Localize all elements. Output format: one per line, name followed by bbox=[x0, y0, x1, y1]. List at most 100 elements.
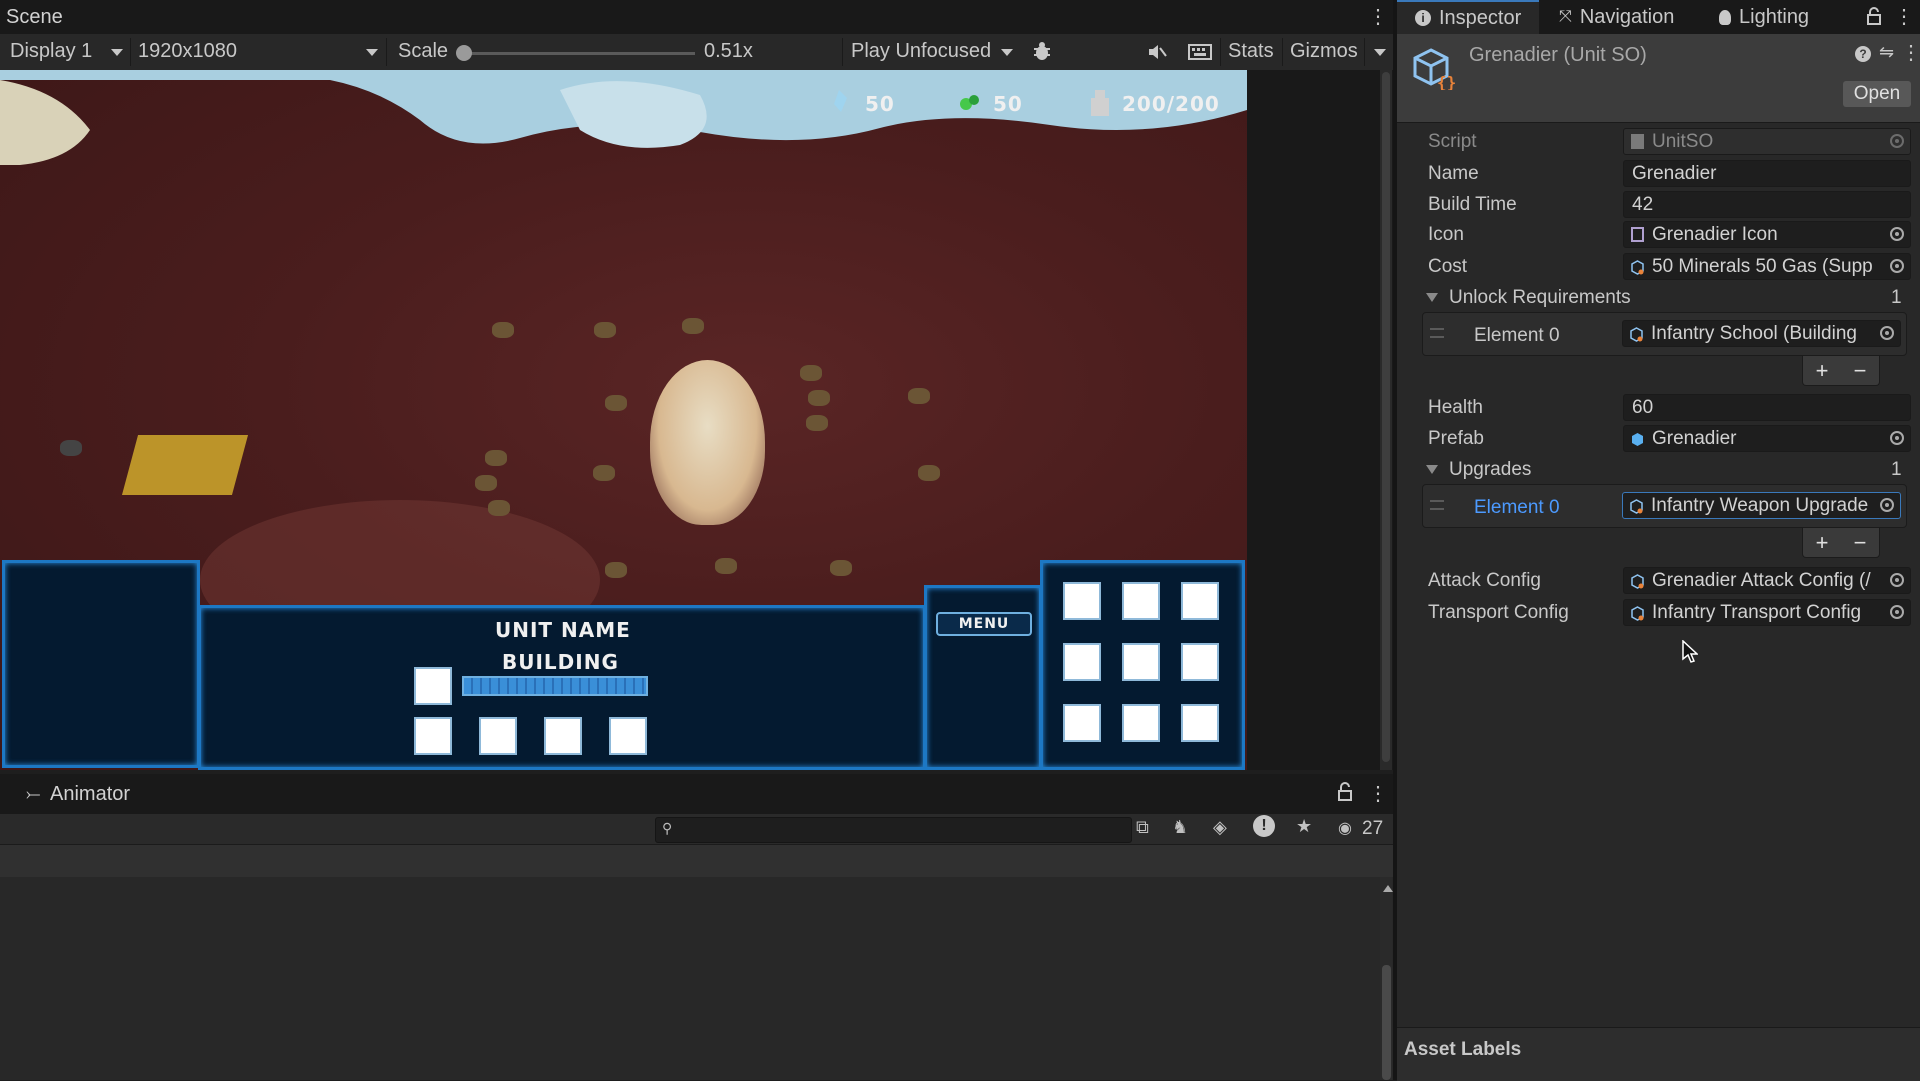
prefab-field[interactable]: Grenadier bbox=[1623, 425, 1911, 452]
grenadier-unit[interactable] bbox=[593, 465, 615, 481]
animator-graph-area[interactable] bbox=[0, 877, 1393, 1080]
queue-slot[interactable] bbox=[414, 667, 452, 705]
build-time-field[interactable]: 42 bbox=[1623, 191, 1911, 218]
drag-handle-icon[interactable] bbox=[1430, 328, 1444, 338]
gizmos-button[interactable]: Gizmos bbox=[1290, 40, 1358, 63]
add-element-button[interactable]: + bbox=[1816, 530, 1829, 556]
cost-field[interactable]: 50 Minerals 50 Gas (Supp bbox=[1623, 253, 1911, 280]
inspector-lock-icon[interactable] bbox=[1867, 7, 1881, 25]
health-field[interactable]: 60 bbox=[1623, 394, 1911, 421]
menu-button[interactable]: MENU bbox=[936, 612, 1032, 636]
tag-icon[interactable]: ◈ bbox=[1213, 817, 1227, 838]
upgrades-foldout-arrow-icon[interactable] bbox=[1426, 465, 1438, 474]
bug-icon[interactable] bbox=[1032, 40, 1052, 62]
unlock-foldout-arrow-icon[interactable] bbox=[1426, 293, 1438, 302]
preset-icon[interactable]: ⇋ bbox=[1879, 42, 1894, 63]
tab-navigation[interactable]: ⤧ Navigation bbox=[1559, 0, 1674, 34]
object-picker-icon[interactable] bbox=[1890, 431, 1904, 445]
grenadier-unit[interactable] bbox=[800, 365, 822, 381]
queue-slot[interactable] bbox=[414, 717, 452, 755]
object-picker-icon[interactable] bbox=[1890, 605, 1904, 619]
command-slot[interactable] bbox=[1181, 643, 1219, 681]
unlock-requirements-label[interactable]: Unlock Requirements bbox=[1449, 287, 1631, 309]
animator-tab-title[interactable]: Animator bbox=[50, 783, 130, 806]
play-mode-dropdown[interactable]: Play Unfocused bbox=[851, 40, 991, 63]
upgrade-element-0-field[interactable]: Infantry Weapon Upgrade bbox=[1622, 492, 1901, 519]
component-menu-icon[interactable]: ⋮ bbox=[1901, 40, 1920, 65]
open-button[interactable]: Open bbox=[1843, 81, 1911, 107]
grenadier-unit[interactable] bbox=[492, 322, 514, 338]
scene-scrollbar-thumb[interactable] bbox=[1382, 72, 1390, 762]
warning-icon[interactable]: ! bbox=[1253, 815, 1275, 837]
inspector-more-icon[interactable]: ⋮ bbox=[1894, 4, 1914, 29]
grenadier-unit[interactable] bbox=[475, 475, 497, 491]
object-picker-icon[interactable] bbox=[1890, 259, 1904, 273]
grenadier-unit[interactable] bbox=[594, 322, 616, 338]
grenadier-unit[interactable] bbox=[605, 395, 627, 411]
object-picker-icon[interactable] bbox=[1890, 573, 1904, 587]
object-picker-icon[interactable] bbox=[1880, 326, 1894, 340]
command-slot[interactable] bbox=[1181, 582, 1219, 620]
scroll-up-arrow-icon[interactable] bbox=[1383, 885, 1393, 892]
resolution-dropdown[interactable]: 1920x1080 bbox=[138, 40, 237, 63]
mute-audio-icon[interactable] bbox=[1147, 42, 1167, 62]
remove-element-button[interactable]: − bbox=[1854, 530, 1867, 556]
lock-icon[interactable] bbox=[1337, 782, 1353, 802]
grenadier-unit[interactable] bbox=[808, 390, 830, 406]
unlock-element-0-field[interactable]: Infantry School (Building bbox=[1622, 320, 1901, 347]
command-slot[interactable] bbox=[1122, 643, 1160, 681]
grenadier-unit[interactable] bbox=[715, 558, 737, 574]
display-dropdown[interactable]: Display 1 bbox=[10, 40, 92, 63]
grenadier-unit[interactable] bbox=[485, 450, 507, 466]
transport-config-field[interactable]: Infantry Transport Config bbox=[1623, 599, 1911, 626]
scene-visibility-icon[interactable]: ⧉ bbox=[1136, 817, 1149, 838]
icon-field[interactable]: Grenadier Icon bbox=[1623, 221, 1911, 248]
drag-handle-icon[interactable] bbox=[1430, 500, 1444, 510]
scene-tab-title[interactable]: Scene bbox=[6, 6, 63, 29]
asset-labels-section[interactable]: Asset Labels bbox=[1397, 1027, 1920, 1081]
hierarchy-filter-icon[interactable]: ♞ bbox=[1172, 817, 1188, 838]
object-picker-icon[interactable] bbox=[1880, 498, 1894, 512]
animator-search-input[interactable]: ⚲ bbox=[655, 817, 1132, 843]
command-slot[interactable] bbox=[1063, 582, 1101, 620]
grenadier-unit[interactable] bbox=[918, 465, 940, 481]
gizmos-caret-icon[interactable] bbox=[1374, 49, 1386, 56]
command-slot[interactable] bbox=[1122, 582, 1160, 620]
keyboard-shortcuts-icon[interactable] bbox=[1188, 42, 1212, 62]
help-icon[interactable]: ? bbox=[1855, 46, 1871, 62]
command-slot[interactable] bbox=[1063, 704, 1101, 742]
grenadier-unit[interactable] bbox=[908, 388, 930, 404]
grenadier-unit[interactable] bbox=[830, 560, 852, 576]
scale-slider-handle[interactable] bbox=[456, 45, 472, 61]
grenadier-unit[interactable] bbox=[488, 500, 510, 516]
grenadier-unit[interactable] bbox=[806, 415, 828, 431]
enemy-unit[interactable] bbox=[60, 440, 82, 456]
tab-inspector[interactable]: i Inspector bbox=[1397, 0, 1539, 34]
queue-slot[interactable] bbox=[544, 717, 582, 755]
grenadier-unit[interactable] bbox=[605, 562, 627, 578]
scale-slider-track[interactable] bbox=[462, 52, 695, 55]
minimap-panel[interactable] bbox=[2, 560, 200, 768]
stats-button[interactable]: Stats bbox=[1228, 40, 1274, 63]
animator-scrollbar-thumb[interactable] bbox=[1382, 965, 1391, 1080]
animator-more-icon[interactable]: ⋮ bbox=[1368, 781, 1388, 806]
queue-slot[interactable] bbox=[609, 717, 647, 755]
tab-lighting[interactable]: Lighting bbox=[1719, 0, 1809, 34]
upgrades-count[interactable]: 1 bbox=[1891, 459, 1902, 481]
upgrades-label[interactable]: Upgrades bbox=[1449, 459, 1531, 481]
command-slot[interactable] bbox=[1122, 704, 1160, 742]
star-icon[interactable]: ★ bbox=[1296, 816, 1312, 837]
command-slot[interactable] bbox=[1063, 643, 1101, 681]
command-slot[interactable] bbox=[1181, 704, 1219, 742]
game-view[interactable]: 50 50 200/200 UNIT NAME BUILDING MENU bbox=[0, 70, 1247, 770]
queue-slot[interactable] bbox=[479, 717, 517, 755]
remove-element-button[interactable]: − bbox=[1854, 358, 1867, 384]
grenadier-unit[interactable] bbox=[682, 318, 704, 334]
unlock-requirements-count[interactable]: 1 bbox=[1891, 287, 1902, 309]
scene-more-icon[interactable]: ⋮ bbox=[1368, 4, 1388, 29]
attack-config-field[interactable]: Grenadier Attack Config (/ bbox=[1623, 567, 1911, 594]
scale-value: 0.51x bbox=[704, 40, 753, 62]
name-field[interactable]: Grenadier bbox=[1623, 160, 1911, 187]
add-element-button[interactable]: + bbox=[1816, 358, 1829, 384]
object-picker-icon[interactable] bbox=[1890, 227, 1904, 241]
